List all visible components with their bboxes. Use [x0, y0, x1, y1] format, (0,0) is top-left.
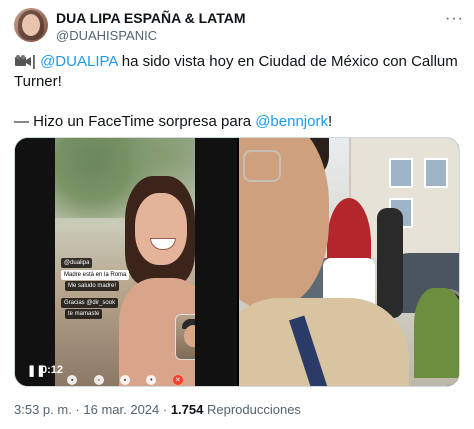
mention-bennjork[interactable]: @bennjork: [255, 113, 328, 130]
end-call-icon: ✕: [172, 375, 183, 385]
tweet-time[interactable]: 3:53 p. m.: [14, 402, 72, 417]
meta-separator-2: ·: [159, 402, 171, 417]
video-player[interactable]: @dualipa Madre está en la Roma Me saludo…: [15, 138, 237, 386]
selfie-video[interactable]: [239, 138, 459, 386]
facetime-controls: ▪ ▫ ▪ • ✕: [59, 372, 191, 386]
mention-dualipa[interactable]: @DUALIPA: [40, 53, 117, 70]
facetime-pip: [175, 314, 195, 360]
facetime-screen: @dualipa Madre está en la Roma Me saludo…: [55, 138, 195, 386]
view-label: Reproducciones: [203, 402, 301, 417]
tweet-text: | @DUALIPA ha sido vista hoy en Ciudad d…: [14, 52, 460, 132]
ig-sticker-line1: Madre está en la Roma: [61, 270, 130, 280]
camera-icon: ▪: [67, 375, 78, 385]
video-camera-icon: [15, 55, 31, 66]
view-count: 1.754: [170, 402, 204, 417]
tweet-line2: — Hizo un FaceTime sorpresa para: [14, 113, 256, 130]
text-separator: |: [32, 53, 36, 70]
video-off-icon: ▪: [119, 375, 130, 385]
tweet-meta: 3:53 p. m. · 16 mar. 2024 · 1.754 Reprod…: [14, 402, 301, 417]
video-time: 0:12: [41, 364, 64, 376]
more-options-icon[interactable]: ···: [445, 10, 464, 28]
avatar[interactable]: [14, 8, 48, 42]
tweet-date[interactable]: 16 mar. 2024: [83, 402, 159, 417]
media-container[interactable]: @dualipa Madre está en la Roma Me saludo…: [14, 137, 460, 387]
screen-share-icon: ▫: [93, 375, 104, 385]
mic-icon: •: [146, 375, 157, 385]
ig-sticker-line4: te mamaste: [65, 309, 103, 319]
display-name[interactable]: DUA LIPA ESPAÑA & LATAM: [56, 10, 246, 26]
tweet-header: DUA LIPA ESPAÑA & LATAM @DUAHISPANIC ···: [14, 8, 464, 44]
meta-separator-1: ·: [71, 402, 84, 417]
ig-sticker-line2: Me saludo madre!: [65, 281, 120, 291]
ig-sticker-line3: Gracias @dir_sook: [61, 298, 119, 308]
ig-sticker-tag: @dualipa: [61, 258, 93, 268]
user-handle[interactable]: @DUAHISPANIC: [56, 28, 157, 43]
tweet-line2-suffix: !: [327, 113, 333, 130]
